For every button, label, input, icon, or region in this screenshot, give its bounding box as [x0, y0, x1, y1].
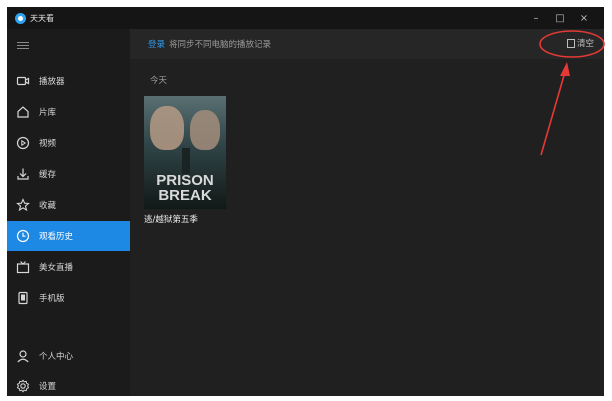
sidebar-item-label: 个人中心 — [39, 352, 74, 362]
clear-history-button[interactable]: 清空 — [566, 37, 594, 49]
sidebar-item-cache[interactable]: 缓存 — [7, 159, 130, 189]
sidebar-item-library[interactable]: 片库 — [7, 97, 130, 127]
sidebar-item-label: 收藏 — [39, 201, 57, 211]
clear-label: 清空 — [576, 39, 594, 49]
main-content: 登录 将同步不同电脑的播放记录 清空 今天 PRISON BREAK 逃/越狱第… — [130, 29, 604, 396]
sidebar-item-player[interactable]: 播放器 — [7, 66, 130, 96]
poster-figure — [190, 110, 220, 150]
sidebar-item-label: 片库 — [39, 108, 57, 118]
user-icon — [16, 349, 30, 363]
history-item[interactable]: PRISON BREAK 逃/越狱第五季 — [144, 96, 226, 225]
sidebar-item-favorites[interactable]: 收藏 — [7, 190, 130, 220]
sidebar-item-profile[interactable]: 个人中心 — [7, 341, 130, 371]
sidebar-item-label: 缓存 — [39, 170, 57, 180]
sidebar-item-mobile[interactable]: 手机版 — [7, 283, 130, 313]
sidebar-item-label: 观看历史 — [39, 232, 74, 242]
home-icon — [16, 105, 30, 119]
settings-icon — [16, 379, 30, 393]
app-logo-icon — [15, 12, 26, 24]
sidebar: 播放器 片库 视频 缓存 收藏 观看历史 美女直播 手机版 个人中心 设置 — [7, 29, 130, 396]
minimize-button[interactable]: – — [524, 7, 548, 29]
login-link[interactable]: 登录 — [148, 38, 165, 50]
close-button[interactable]: × — [572, 7, 596, 29]
clock-icon — [16, 229, 30, 243]
video-icon — [16, 74, 30, 88]
poster-title-line-2: BREAK — [158, 187, 212, 204]
sidebar-item-settings[interactable]: 设置 — [7, 371, 130, 396]
sync-hint-text: 将同步不同电脑的播放记录 — [169, 40, 272, 50]
date-group-label: 今天 — [150, 76, 168, 86]
download-icon — [16, 167, 30, 181]
sidebar-item-label: 视频 — [39, 139, 57, 149]
poster-figure — [150, 106, 184, 150]
title-bar: 天天看 – □ × — [7, 7, 604, 29]
phone-icon — [16, 291, 30, 305]
sidebar-item-videos[interactable]: 视频 — [7, 128, 130, 158]
maximize-button[interactable]: □ — [548, 7, 572, 29]
sidebar-item-label: 播放器 — [39, 77, 65, 87]
sidebar-item-history[interactable]: 观看历史 — [7, 221, 130, 251]
sidebar-item-label: 设置 — [39, 382, 57, 392]
menu-toggle-icon[interactable] — [17, 42, 29, 50]
trash-icon — [566, 38, 575, 48]
play-circle-icon — [16, 136, 30, 150]
sidebar-item-live[interactable]: 美女直播 — [7, 252, 130, 282]
sidebar-item-label: 美女直播 — [39, 263, 74, 273]
star-icon — [16, 198, 30, 212]
app-title: 天天看 — [30, 13, 54, 23]
poster-tower — [182, 148, 190, 174]
video-poster[interactable]: PRISON BREAK — [144, 96, 226, 209]
window-controls: – □ × — [524, 7, 596, 29]
video-title[interactable]: 逃/越狱第五季 — [144, 213, 226, 225]
sync-bar: 登录 将同步不同电脑的播放记录 清空 — [130, 29, 604, 59]
tv-icon — [16, 260, 30, 274]
sidebar-item-label: 手机版 — [39, 294, 65, 304]
app-window: 天天看 – □ × 播放器 片库 视频 缓存 收藏 观看历史 美女直播 手机版 … — [7, 7, 604, 396]
